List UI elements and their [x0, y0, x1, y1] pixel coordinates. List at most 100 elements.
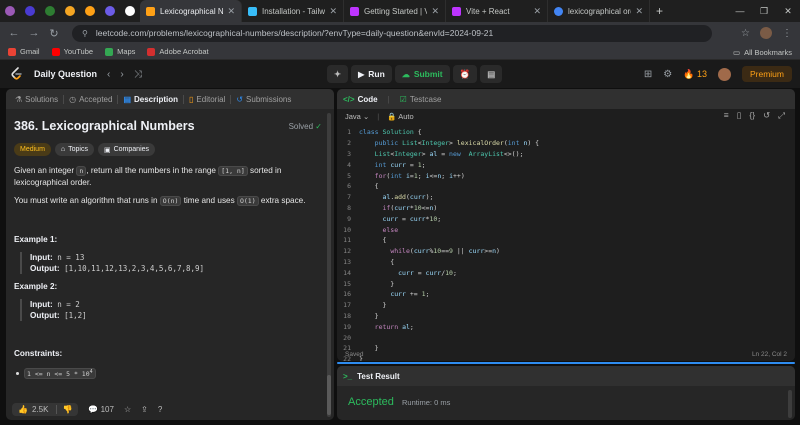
companies-button[interactable]: ▣ Companies: [97, 143, 156, 156]
streak-counter[interactable]: 🔥 13: [683, 69, 707, 80]
panel-resize-handle[interactable]: [337, 362, 795, 364]
next-problem-icon[interactable]: ›: [120, 69, 123, 80]
premium-button[interactable]: Premium: [741, 66, 792, 82]
leetcode-favicon-icon: [146, 6, 155, 16]
format-icon[interactable]: ≡: [724, 110, 729, 121]
code-text: }: [359, 301, 387, 310]
fullscreen-icon[interactable]: ⤢: [778, 110, 785, 121]
code-line: 10 else: [337, 224, 795, 235]
github-icon: [125, 6, 135, 16]
tab-solutions[interactable]: ⚗ Solutions: [10, 94, 65, 104]
address-row: ← → ↻ ⚲ leetcode.com/problems/lexicograp…: [0, 22, 800, 44]
tab-testcase[interactable]: ☑ Testcase: [400, 95, 442, 104]
prev-problem-icon[interactable]: ‹: [107, 69, 110, 80]
debug-button[interactable]: ✦: [327, 65, 349, 83]
browser-tab-vite[interactable]: Getting Started | Vite ✕: [344, 0, 446, 22]
bookmark-label: Adobe Acrobat: [159, 47, 209, 56]
close-tab-icon[interactable]: ✕: [533, 6, 541, 17]
bookmark-youtube[interactable]: YouTube: [51, 47, 93, 56]
result-scrollbar[interactable]: [788, 390, 792, 418]
problem-title[interactable]: 386. Lexicographical Numbers: [14, 119, 195, 133]
browser-tab-lexicographical[interactable]: Lexicographical Numbers ✕: [140, 0, 242, 22]
close-tab-icon[interactable]: ✕: [227, 6, 235, 17]
autocomplete-mode[interactable]: 🔒 Auto: [387, 112, 413, 121]
menu-kebab-icon[interactable]: ⋮: [782, 28, 792, 39]
shuffle-icon[interactable]: ⤨: [134, 69, 142, 80]
bookmark-star-icon[interactable]: ☆: [741, 28, 750, 39]
forward-icon[interactable]: →: [24, 27, 44, 39]
code-text: }: [359, 311, 379, 320]
checkbox-icon: ☑: [399, 94, 407, 104]
topics-button[interactable]: ⌂ Topics: [54, 143, 94, 156]
layout-icon[interactable]: ⊞: [644, 69, 652, 80]
daily-question-link[interactable]: Daily Question: [34, 69, 97, 79]
user-avatar[interactable]: [717, 67, 731, 81]
pinned-tab[interactable]: [0, 0, 20, 22]
pinned-tab[interactable]: [120, 0, 140, 22]
tab-submissions[interactable]: ↺ Submissions: [231, 95, 296, 104]
pinned-tab-icon: [25, 6, 35, 16]
pinned-tab[interactable]: [100, 0, 120, 22]
all-bookmarks[interactable]: ▭ All Bookmarks: [733, 44, 792, 60]
window-controls: — ❐ ✕: [728, 0, 800, 22]
line-number: 2: [347, 139, 351, 148]
line-number: 12: [343, 247, 351, 256]
leetcode-logo-icon[interactable]: [10, 67, 24, 81]
tab-code[interactable]: </> Code: [343, 95, 378, 104]
site-info-icon[interactable]: ⚲: [82, 29, 88, 38]
like-button[interactable]: 👍 2.5K 👎: [12, 402, 79, 416]
runtime-text: Runtime: 0 ms: [402, 398, 451, 407]
code-line: 13 {: [337, 257, 795, 268]
code-text: }: [359, 279, 395, 288]
code-line: 2 public List<Integer> lexicalOrder(int …: [337, 138, 795, 149]
close-tab-icon[interactable]: ✕: [635, 6, 643, 17]
code-text: List<Integer> al = new ArrayList<>();: [374, 149, 524, 158]
pinned-tab[interactable]: [20, 0, 40, 22]
url-bar[interactable]: ⚲ leetcode.com/problems/lexicographical-…: [72, 24, 712, 42]
braces-icon[interactable]: {}: [749, 110, 755, 121]
tab-editorial[interactable]: ▯ Editorial: [184, 94, 232, 104]
code-area[interactable]: 1 class Solution { 2 public List<Integer>…: [337, 127, 795, 361]
help-icon[interactable]: ?: [158, 405, 162, 414]
bookmark-maps[interactable]: Maps: [105, 47, 135, 56]
code-line: 9 curr = curr*10;: [337, 213, 795, 224]
tab-accepted[interactable]: ◷ Accepted: [64, 94, 119, 104]
description-scrollbar[interactable]: [327, 113, 331, 417]
comments-button[interactable]: 💬 107: [88, 405, 114, 414]
restore-icon[interactable]: ❐: [752, 6, 776, 17]
bookmark-acrobat[interactable]: Adobe Acrobat: [147, 47, 209, 56]
browser-tab-google[interactable]: lexicographical order in ✕: [548, 0, 650, 22]
browser-tab-tailwind[interactable]: Installation - Tailwind CSS ✕: [242, 0, 344, 22]
bookmark-icon[interactable]: ▯: [737, 110, 742, 121]
browser-tab-vite-react[interactable]: Vite + React ✕: [446, 0, 548, 22]
bookmarks-bar: Gmail YouTube Maps Adobe Acrobat ▭ All Bo…: [0, 44, 800, 60]
settings-gear-icon[interactable]: ⚙: [663, 69, 672, 80]
bookmark-gmail[interactable]: Gmail: [8, 47, 40, 56]
pinned-tab[interactable]: [40, 0, 60, 22]
example-2-heading: Example 2:: [14, 282, 58, 291]
thumbs-down-icon[interactable]: 👎: [56, 404, 72, 414]
history-icon: ◷: [69, 94, 77, 104]
new-tab-button[interactable]: +: [656, 4, 663, 18]
reload-icon[interactable]: ↻: [44, 27, 64, 40]
back-icon[interactable]: ←: [4, 27, 24, 39]
tab-test-result[interactable]: Test Result: [357, 372, 400, 381]
pinned-tab[interactable]: [60, 0, 80, 22]
tab-label: Solutions: [25, 94, 59, 104]
close-tab-icon[interactable]: ✕: [431, 6, 439, 17]
close-window-icon[interactable]: ✕: [776, 6, 800, 17]
favorite-star-icon[interactable]: ☆: [124, 405, 131, 414]
bookmark-label: Gmail: [20, 47, 40, 56]
timer-button[interactable]: ⏰: [452, 65, 478, 83]
minimize-icon[interactable]: —: [728, 6, 752, 16]
run-button[interactable]: ▶ Run: [351, 65, 392, 83]
pinned-tab[interactable]: [80, 0, 100, 22]
language-select[interactable]: Java ⌄: [345, 112, 369, 121]
reset-icon[interactable]: ↺: [763, 110, 770, 121]
profile-avatar[interactable]: [760, 27, 772, 39]
submit-button[interactable]: ☁ Submit: [394, 65, 450, 83]
close-tab-icon[interactable]: ✕: [329, 6, 337, 17]
tab-description[interactable]: ▤ Description: [118, 94, 185, 104]
notes-button[interactable]: ▤: [480, 65, 503, 83]
share-icon[interactable]: ⇪: [141, 405, 148, 414]
